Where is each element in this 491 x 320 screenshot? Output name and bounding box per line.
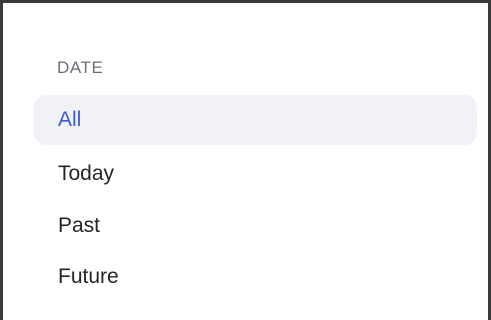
date-option-label: Future: [58, 265, 119, 288]
date-option-today[interactable]: Today: [34, 149, 477, 199]
date-filter-panel: DATE All Today Past Future: [6, 6, 485, 320]
date-option-label: Today: [58, 162, 115, 185]
date-option-label: Past: [58, 214, 101, 237]
date-option-label: All: [58, 108, 82, 131]
date-option-past[interactable]: Past: [34, 201, 477, 251]
date-option-all[interactable]: All: [34, 95, 477, 145]
date-filter-list: All Today Past Future: [6, 6, 485, 320]
date-filter-frame: DATE All Today Past Future: [0, 0, 491, 320]
date-option-future[interactable]: Future: [34, 252, 477, 302]
